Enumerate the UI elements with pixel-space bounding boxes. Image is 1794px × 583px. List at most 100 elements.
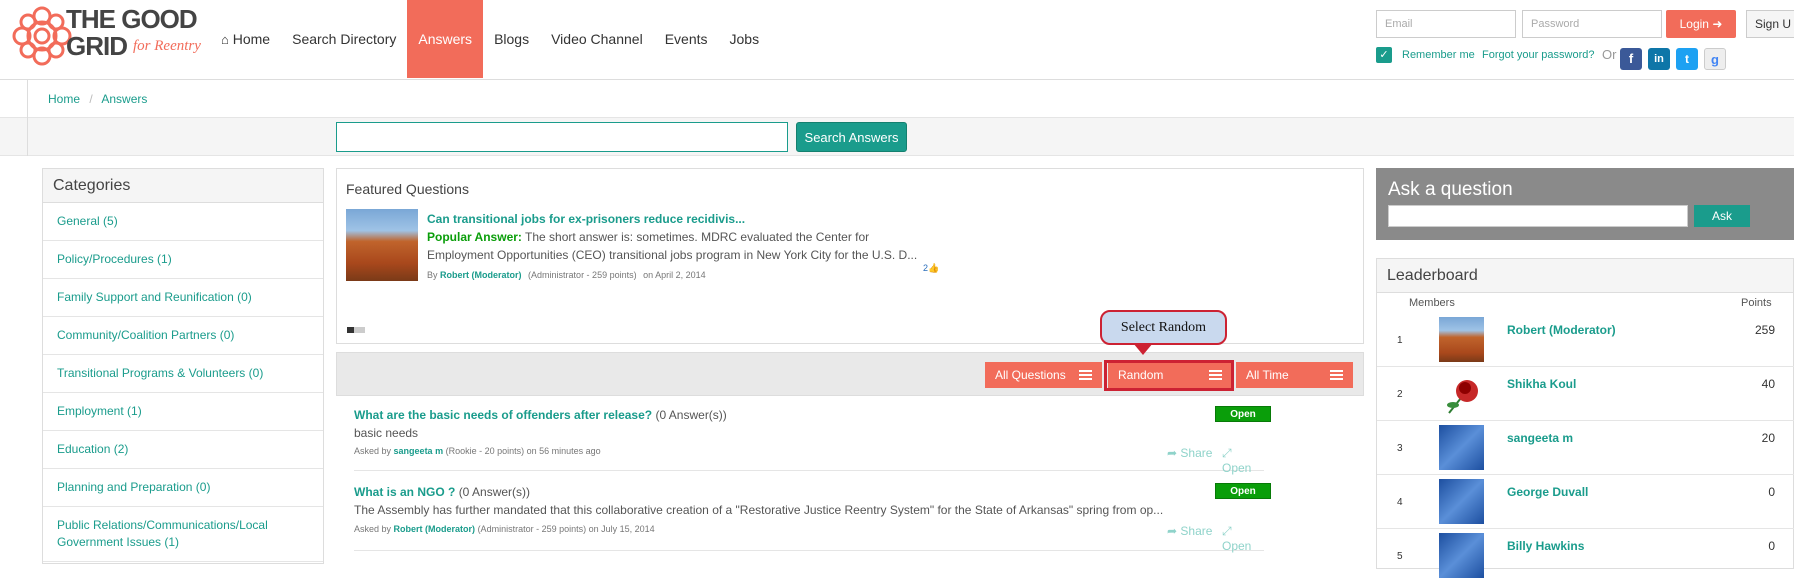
- site-logo[interactable]: THE GOOD GRID for Reentry: [12, 4, 212, 72]
- all-time-filter[interactable]: All Time: [1236, 362, 1353, 388]
- leaderboard-row: 2 Shikha Koul 40: [1377, 367, 1794, 421]
- password-field[interactable]: Password: [1522, 10, 1662, 38]
- featured-likes[interactable]: 2👍: [923, 263, 939, 274]
- nav-answers[interactable]: Answers: [407, 0, 484, 78]
- question-row: What is an NGO ? (0 Answer(s)) The Assem…: [354, 471, 1271, 553]
- signup-button[interactable]: Sign U: [1746, 10, 1794, 38]
- member-name-link[interactable]: Shikha Koul: [1507, 377, 1576, 391]
- question-title-link[interactable]: What is an NGO ?: [354, 485, 455, 499]
- rank: 3: [1397, 443, 1403, 454]
- email-field[interactable]: Email: [1376, 10, 1516, 38]
- breadcrumb-separator: /: [89, 92, 93, 106]
- category-item[interactable]: Planning and Preparation (0): [43, 469, 323, 507]
- member-name-link[interactable]: Robert (Moderator): [1507, 323, 1616, 337]
- share-button[interactable]: ➦ Share: [1167, 524, 1212, 538]
- category-item[interactable]: Employment (1): [43, 393, 323, 431]
- search-answers-input[interactable]: [336, 122, 788, 152]
- answer-count: (0 Answer(s)): [655, 408, 727, 422]
- nav-label: Answers: [418, 31, 473, 47]
- status-badge: Open: [1215, 406, 1271, 422]
- featured-author-link[interactable]: Robert (Moderator): [440, 270, 522, 280]
- open-button[interactable]: ⤢ Open: [1222, 524, 1264, 553]
- or-label: Or: [1602, 47, 1617, 62]
- expand-icon: ⤢: [1222, 446, 1232, 460]
- remember-me-label: Remember me: [1402, 49, 1475, 61]
- nav-blogs[interactable]: Blogs: [483, 0, 540, 78]
- top-navbar: THE GOOD GRID for Reentry ⌂ Home Search …: [0, 0, 1794, 80]
- forgot-password-link[interactable]: Forgot your password?: [1482, 49, 1595, 61]
- category-item[interactable]: Community/Coalition Partners (0): [43, 317, 323, 355]
- share-icon: ➦: [1167, 524, 1178, 538]
- filter-label: All Time: [1246, 368, 1289, 382]
- question-excerpt: basic needs: [354, 426, 419, 440]
- breadcrumb-current[interactable]: Answers: [101, 92, 147, 106]
- categories-title: Categories: [43, 169, 323, 203]
- login-button[interactable]: Login ➜: [1666, 10, 1736, 38]
- share-label: Share: [1180, 446, 1213, 460]
- expand-icon: ⤢: [1222, 524, 1232, 538]
- nav-label: Search Directory: [292, 31, 397, 47]
- nav-events[interactable]: Events: [654, 0, 719, 78]
- filter-label: All Questions: [995, 368, 1066, 382]
- all-questions-filter[interactable]: All Questions: [985, 362, 1102, 388]
- member-points: 20: [1761, 431, 1775, 445]
- member-points: 0: [1768, 485, 1775, 499]
- category-item[interactable]: Education (2): [43, 431, 323, 469]
- breadcrumb-home[interactable]: Home: [48, 92, 80, 106]
- avatar[interactable]: [1439, 371, 1484, 416]
- nav-home[interactable]: ⌂ Home: [210, 0, 281, 78]
- main-nav: ⌂ Home Search Directory Answers Blogs Vi…: [210, 0, 770, 78]
- avatar[interactable]: [1439, 533, 1484, 578]
- ask-button[interactable]: Ask: [1694, 205, 1750, 227]
- category-item[interactable]: Public Relations/Communications/Local Go…: [43, 507, 323, 562]
- linkedin-icon[interactable]: in: [1648, 48, 1670, 70]
- member-name-link[interactable]: George Duvall: [1507, 485, 1588, 499]
- logo-word-grid: GRID: [66, 31, 128, 61]
- avatar[interactable]: [1439, 479, 1484, 524]
- points-header: Points: [1741, 297, 1772, 309]
- member-points: 259: [1754, 323, 1775, 337]
- facebook-icon[interactable]: f: [1620, 48, 1642, 70]
- carousel-dot[interactable]: [354, 327, 365, 333]
- left-edge-divider: [0, 80, 28, 118]
- leaderboard-title: Leaderboard: [1377, 259, 1793, 293]
- search-answers-button[interactable]: Search Answers: [796, 122, 907, 152]
- category-item[interactable]: Family Support and Reunification (0): [43, 279, 323, 317]
- menu-icon: [1079, 370, 1092, 380]
- member-name-link[interactable]: Billy Hawkins: [1507, 539, 1584, 553]
- category-item[interactable]: General (5): [43, 203, 323, 241]
- question-list: What are the basic needs of offenders af…: [336, 396, 1364, 564]
- status-badge: Open: [1215, 483, 1271, 499]
- member-name-link[interactable]: sangeeta m: [1507, 431, 1573, 445]
- nav-search-directory[interactable]: Search Directory: [281, 0, 407, 78]
- category-item[interactable]: Policy/Procedures (1): [43, 241, 323, 279]
- share-label: Share: [1180, 524, 1213, 538]
- twitter-icon[interactable]: t: [1676, 48, 1698, 70]
- share-icon: ➦: [1167, 446, 1178, 460]
- remember-me-checkbox[interactable]: ✓: [1376, 47, 1392, 63]
- carousel-dot-active[interactable]: [347, 327, 354, 333]
- question-title-link[interactable]: What are the basic needs of offenders af…: [354, 408, 652, 422]
- nav-jobs[interactable]: Jobs: [719, 0, 771, 78]
- question-author-link[interactable]: sangeeta m: [394, 446, 444, 456]
- featured-question-link[interactable]: Can transitional jobs for ex-prisoners r…: [427, 210, 927, 228]
- open-label: Open: [1222, 539, 1252, 553]
- avatar[interactable]: [1439, 425, 1484, 470]
- featured-title: Featured Questions: [346, 181, 469, 197]
- featured-thumbnail[interactable]: [346, 209, 418, 281]
- nav-label: Blogs: [494, 31, 530, 47]
- google-icon[interactable]: g: [1704, 48, 1726, 70]
- question-author-link[interactable]: Robert (Moderator): [394, 524, 476, 534]
- asked-by-label: Asked by: [354, 446, 392, 456]
- breadcrumb: Home / Answers: [0, 80, 1794, 118]
- nav-label: Jobs: [729, 31, 760, 47]
- question-meta: (Administrator - 259 points) on July 15,…: [477, 524, 655, 534]
- ask-title: Ask a question: [1388, 179, 1513, 200]
- avatar[interactable]: [1439, 317, 1484, 362]
- nav-video-channel[interactable]: Video Channel: [540, 0, 654, 78]
- sign-in-icon: ➜: [1712, 17, 1723, 31]
- category-item[interactable]: Transitional Programs & Volunteers (0): [43, 355, 323, 393]
- ask-question-input[interactable]: [1388, 205, 1688, 227]
- home-icon: ⌂: [221, 32, 229, 47]
- share-button[interactable]: ➦ Share: [1167, 446, 1212, 460]
